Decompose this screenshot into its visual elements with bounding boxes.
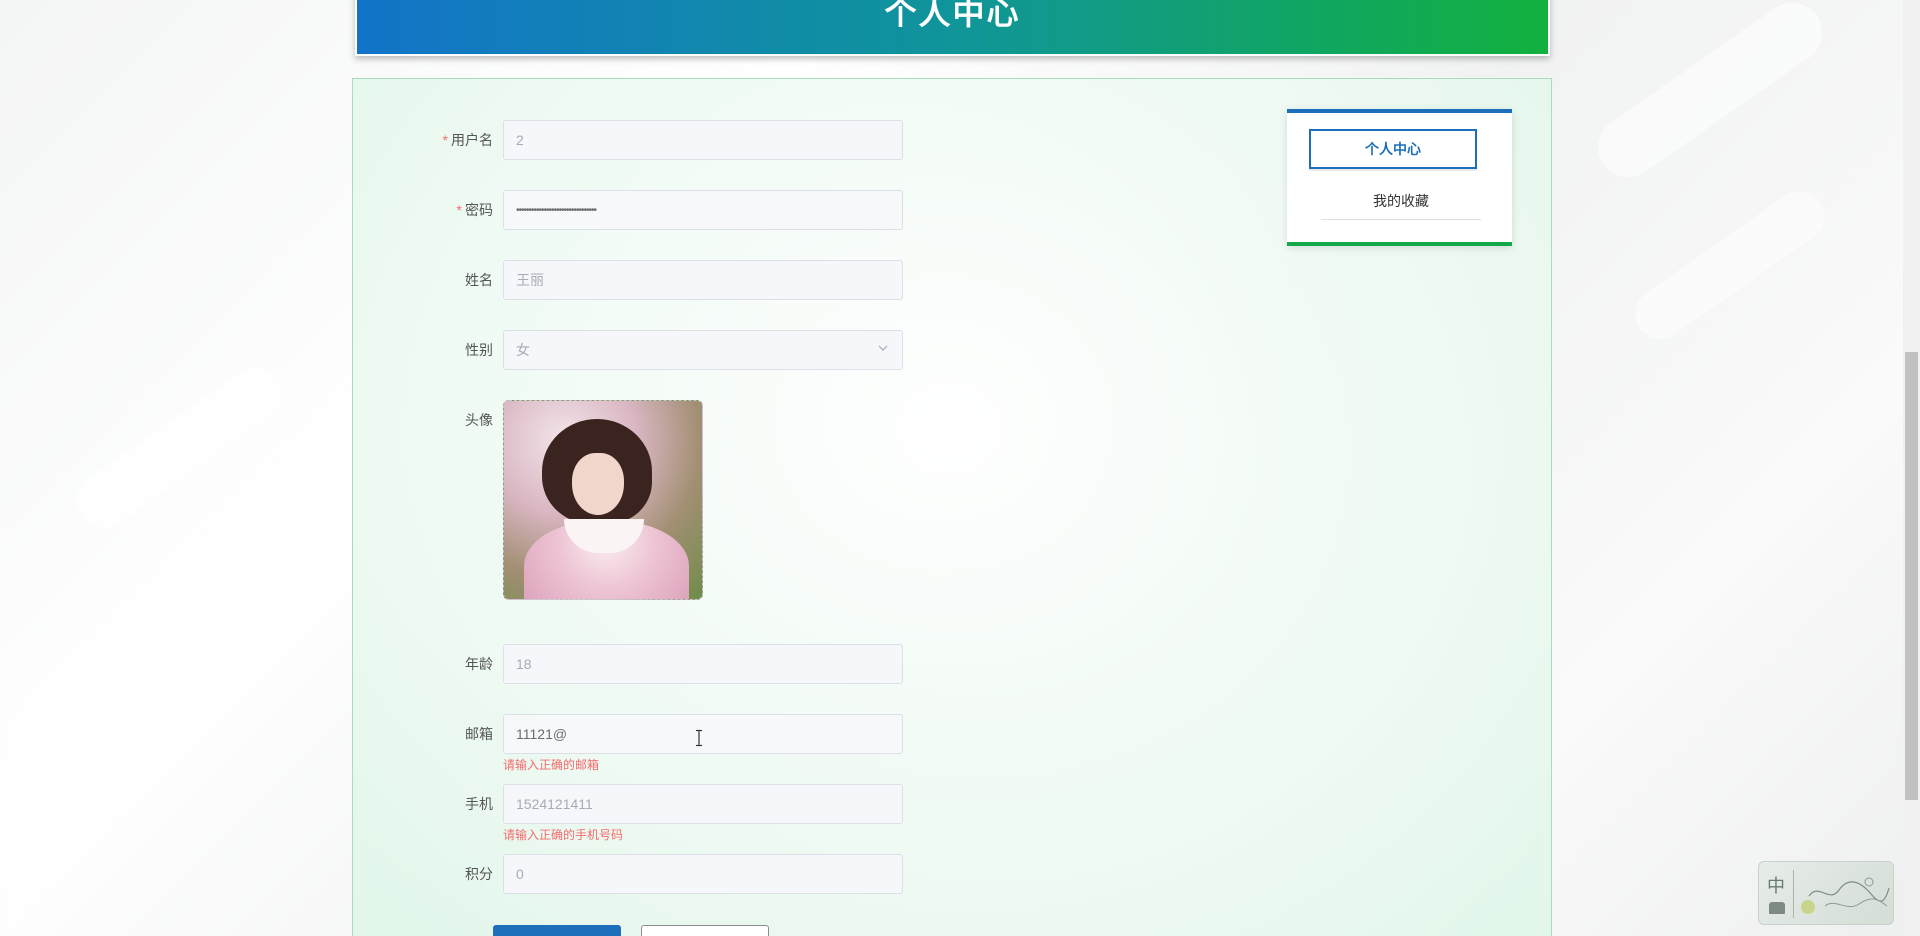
phone-error-message: 请输入正确的手机号码 — [503, 828, 624, 842]
ime-mode-indicator[interactable]: 中 — [1767, 872, 1785, 898]
background-decoration — [46, 560, 254, 725]
page-scrollbar[interactable] — [1903, 0, 1920, 936]
points-label: 积分 — [465, 866, 493, 882]
submit-button[interactable] — [493, 925, 621, 936]
background-decoration — [65, 356, 295, 539]
logout-button[interactable] — [641, 925, 769, 936]
required-mark: * — [456, 202, 462, 218]
page-title: 个人中心 — [884, 0, 1021, 31]
sidebar-item-label: 个人中心 — [1309, 129, 1477, 169]
phone-input[interactable] — [503, 784, 903, 824]
skin-icon[interactable] — [1769, 902, 1785, 914]
age-input[interactable] — [503, 644, 903, 684]
background-decoration — [1586, 0, 1834, 190]
gender-select[interactable] — [503, 330, 903, 370]
avatar-upload[interactable] — [503, 400, 703, 600]
required-mark: * — [442, 132, 448, 148]
points-input[interactable] — [503, 854, 903, 894]
ime-divider — [1793, 870, 1794, 918]
ime-toolbar[interactable]: 中 — [1758, 861, 1894, 925]
username-label: * 用户名 — [442, 132, 493, 148]
side-navigation: 个人中心 我的收藏 — [1287, 109, 1512, 246]
ime-skin-artwork — [1808, 877, 1890, 908]
avatar-image-part — [572, 453, 624, 515]
background-decoration — [1625, 181, 1835, 349]
age-label: 年龄 — [465, 656, 493, 672]
chevron-down-icon[interactable] — [878, 343, 888, 353]
profile-form-panel: *用户名 *密码 姓名 性别 头像 年龄 — [352, 78, 1552, 936]
scrollbar-thumb[interactable] — [1905, 352, 1918, 800]
gender-label: 性别 — [465, 342, 493, 358]
email-label: 邮箱 — [465, 726, 493, 742]
password-label: * 密码 — [456, 202, 493, 218]
phone-label: 手机 — [465, 796, 493, 812]
name-input[interactable] — [503, 260, 903, 300]
email-error-message: 请输入正确的邮箱 — [503, 758, 600, 772]
sidebar-item-favorites[interactable]: 我的收藏 — [1321, 183, 1481, 220]
page-header-banner: 个人中心 — [355, 0, 1550, 56]
password-input[interactable] — [503, 190, 903, 230]
sidebar-item-profile[interactable]: 个人中心 — [1309, 129, 1477, 171]
username-input[interactable] — [503, 120, 903, 160]
avatar-label: 头像 — [465, 412, 493, 428]
text-cursor-icon — [694, 729, 704, 747]
name-label: 姓名 — [465, 272, 493, 288]
